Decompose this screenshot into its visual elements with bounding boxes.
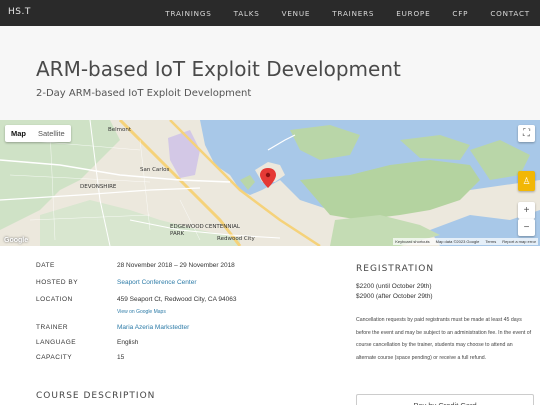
trainer-link[interactable]: Maria Azeria Markstedter bbox=[117, 324, 306, 339]
nav-item-trainers[interactable]: TRAINERS bbox=[332, 9, 374, 18]
page-title: ARM-based IoT Exploit Development bbox=[36, 57, 401, 81]
detail-row-hosted: HOSTED BY Seaport Conference Center bbox=[36, 279, 306, 296]
nav-item-venue[interactable]: VENUE bbox=[282, 9, 311, 18]
detail-label: TRAINER bbox=[36, 324, 69, 331]
detail-value: 28 November 2018 – 29 November 2018 bbox=[117, 262, 235, 269]
detail-value: 459 Seaport Ct, Redwood City, CA 94063 bbox=[117, 296, 237, 303]
map-footer: Keyboard shortcuts Map data ©2023 Google… bbox=[393, 238, 538, 245]
nav-menu: TRAININGS TALKS VENUE TRAINERS EUROPE CF… bbox=[143, 0, 530, 26]
detail-row-location: LOCATION 459 Seaport Ct, Redwood City, C… bbox=[36, 296, 306, 309]
map-label-redwood-city: Redwood City bbox=[217, 236, 255, 242]
detail-label: CAPACITY bbox=[36, 354, 73, 361]
pay-by-credit-card-button[interactable]: Pay by Credit Card bbox=[356, 394, 534, 405]
detail-label: LOCATION bbox=[36, 296, 73, 303]
detail-label: LANGUAGE bbox=[36, 339, 77, 346]
top-nav: HS.T TRAININGS TALKS VENUE TRAINERS EURO… bbox=[0, 0, 540, 26]
map-label-san-carlos: San Carlos bbox=[140, 167, 170, 173]
detail-label: HOSTED BY bbox=[36, 279, 79, 286]
keyboard-shortcuts-link[interactable]: Keyboard shortcuts bbox=[395, 239, 429, 244]
map-label-centennial: CENTENNIAL bbox=[205, 224, 240, 230]
map-data-credit: Map data ©2023 Google bbox=[435, 239, 480, 244]
map-label-belmont: Belmont bbox=[108, 127, 132, 133]
nav-item-trainings[interactable]: TRAININGS bbox=[165, 9, 211, 18]
detail-spacer bbox=[36, 309, 117, 324]
detail-label: DATE bbox=[36, 262, 55, 269]
nav-item-talks[interactable]: TALKS bbox=[234, 9, 260, 18]
map-label-edgewood-park: EDGEWOOD PARK bbox=[170, 224, 204, 237]
price-late: $2900 (after October 29th) bbox=[356, 293, 433, 300]
detail-row-capacity: CAPACITY 15 bbox=[36, 354, 306, 369]
page-subtitle: 2-Day ARM-based IoT Exploit Development bbox=[36, 88, 252, 99]
report-map-error-link[interactable]: Report a map error bbox=[502, 239, 536, 244]
course-description-heading: COURSE DESCRIPTION bbox=[36, 391, 156, 401]
nav-item-contact[interactable]: CONTACT bbox=[490, 9, 530, 18]
detail-row-language: LANGUAGE English bbox=[36, 339, 306, 354]
price-early: $2200 (until October 29th) bbox=[356, 283, 432, 290]
venue-map[interactable]: Belmont San Carlos DEVONSHIRE EDGEWOOD P… bbox=[0, 120, 540, 246]
event-details: DATE 28 November 2018 – 29 November 2018… bbox=[36, 262, 306, 369]
map-label-devonshire: DEVONSHIRE bbox=[80, 184, 117, 190]
nav-item-europe[interactable]: EUROPE bbox=[396, 9, 430, 18]
zoom-in-button[interactable]: + bbox=[518, 202, 535, 219]
map-tab-satellite[interactable]: Satellite bbox=[32, 125, 71, 142]
terms-link[interactable]: Terms bbox=[485, 239, 496, 244]
nav-item-cfp[interactable]: CFP bbox=[452, 9, 468, 18]
google-logo: Google bbox=[4, 237, 29, 244]
map-canvas bbox=[0, 120, 540, 246]
detail-value: English bbox=[117, 339, 139, 346]
brand-logo[interactable]: HS.T bbox=[8, 7, 31, 17]
venue-link[interactable]: Seaport Conference Center bbox=[117, 279, 306, 296]
registration-heading: REGISTRATION bbox=[356, 264, 435, 274]
map-type-toggle: Map Satellite bbox=[5, 125, 71, 142]
cancellation-policy: Cancellation requests by paid registrant… bbox=[356, 317, 532, 361]
detail-row-date: DATE 28 November 2018 – 29 November 2018 bbox=[36, 262, 306, 279]
registration-panel: REGISTRATION $2200 (until October 29th) … bbox=[356, 264, 534, 364]
map-tab-map[interactable]: Map bbox=[5, 125, 32, 142]
view-on-google-maps-link[interactable]: View on Google Maps bbox=[117, 309, 306, 324]
zoom-out-button[interactable]: − bbox=[518, 219, 535, 236]
fullscreen-icon[interactable]: ⛶ bbox=[518, 125, 535, 142]
detail-row-maps-link: View on Google Maps bbox=[36, 309, 306, 324]
pegman-icon[interactable]: ♙ bbox=[518, 171, 535, 191]
pegman-glyph: ♙ bbox=[522, 175, 531, 186]
detail-row-trainer: TRAINER Maria Azeria Markstedter bbox=[36, 324, 306, 339]
detail-value: 15 bbox=[117, 354, 125, 361]
